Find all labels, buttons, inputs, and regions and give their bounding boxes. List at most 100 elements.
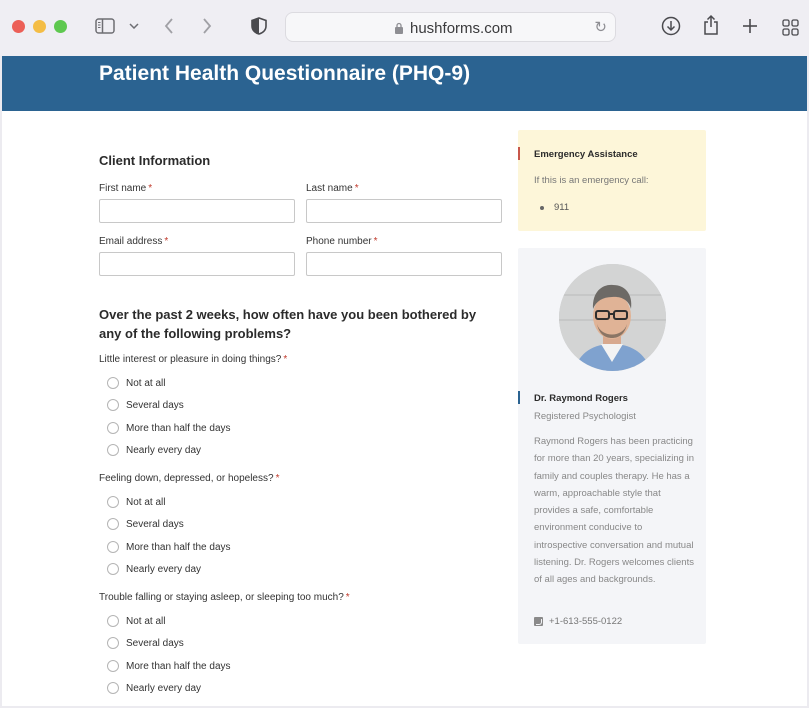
radio-button[interactable] <box>107 422 119 434</box>
back-icon[interactable] <box>162 16 176 36</box>
radio-button[interactable] <box>107 682 119 694</box>
radio-option[interactable]: Not at all <box>107 496 165 508</box>
radio-button[interactable] <box>107 518 119 530</box>
privacy-shield-icon[interactable] <box>250 16 268 36</box>
questionnaire-heading: Over the past 2 weeks, how often have yo… <box>99 307 477 341</box>
page-title: Patient Health Questionnaire (PHQ-9) <box>99 62 471 85</box>
radio-button[interactable] <box>107 541 119 553</box>
psychologist-profile-card: Dr. Raymond Rogers Registered Psychologi… <box>518 248 706 644</box>
question-text: Trouble falling or staying asleep, or sl… <box>99 592 344 603</box>
radio-option[interactable]: Several days <box>107 399 184 411</box>
address-bar[interactable]: hushforms.com ↻ <box>285 12 616 42</box>
option-label: Several days <box>126 637 184 649</box>
emergency-text: If this is an emergency call: <box>534 175 649 186</box>
reload-icon[interactable]: ↻ <box>594 18 607 36</box>
web-page: Patient Health Questionnaire (PHQ-9) Cli… <box>2 56 807 706</box>
plus-icon[interactable] <box>741 17 759 35</box>
bullet-icon <box>540 205 544 210</box>
radio-option[interactable]: More than half the days <box>107 422 231 434</box>
radio-option[interactable]: Not at all <box>107 377 165 389</box>
required-mark: * <box>275 473 280 484</box>
radio-option[interactable]: Nearly every day <box>107 682 201 694</box>
client-info-heading: Client Information <box>99 153 211 168</box>
radio-button[interactable] <box>107 615 119 627</box>
option-label: More than half the days <box>126 660 231 672</box>
radio-option[interactable]: Nearly every day <box>107 563 201 575</box>
radio-button[interactable] <box>107 637 119 649</box>
browser-toolbar: hushforms.com ↻ <box>0 0 809 56</box>
first-name-label-text: First name <box>99 183 147 194</box>
required-mark: * <box>148 183 153 194</box>
required-mark: * <box>354 183 359 194</box>
question-label: Feeling down, depressed, or hopeless? * <box>99 473 279 484</box>
option-label: Nearly every day <box>126 444 202 456</box>
required-mark: * <box>373 236 378 247</box>
tab-overview-icon[interactable] <box>781 18 799 36</box>
psychologist-role: Registered Psychologist <box>534 411 636 422</box>
option-label: More than half the days <box>126 541 231 553</box>
option-label: More than half the days <box>126 422 231 434</box>
option-label: Not at all <box>126 496 166 508</box>
option-label: Nearly every day <box>126 563 202 575</box>
download-icon[interactable] <box>661 16 681 36</box>
radio-button[interactable] <box>107 660 119 672</box>
last-name-label: Last name * <box>306 183 359 194</box>
question-label: Trouble falling or staying asleep, or sl… <box>99 592 350 603</box>
option-label: Several days <box>126 518 184 530</box>
radio-button[interactable] <box>107 377 119 389</box>
url-text: hushforms.com <box>410 20 513 37</box>
radio-button[interactable] <box>107 496 119 508</box>
last-name-label-text: Last name <box>306 183 353 194</box>
required-mark: * <box>345 592 350 603</box>
email-label-text: Email address <box>99 236 163 247</box>
psychologist-phone: +1-613-555-0122 <box>534 616 622 627</box>
radio-button[interactable] <box>107 563 119 575</box>
option-label: Several days <box>126 399 184 411</box>
option-label: Nearly every day <box>126 682 202 694</box>
emergency-list-item: 911 <box>540 202 569 213</box>
required-mark: * <box>283 354 288 365</box>
psychologist-name: Dr. Raymond Rogers <box>534 393 628 404</box>
forward-icon[interactable] <box>200 16 214 36</box>
emergency-title: Emergency Assistance <box>534 149 638 160</box>
first-name-input[interactable] <box>99 199 295 223</box>
phone-icon <box>534 617 543 626</box>
lock-icon <box>395 22 403 34</box>
phone-label-text: Phone number <box>306 236 372 247</box>
question-text: Feeling down, depressed, or hopeless? <box>99 473 274 484</box>
question-label: Little interest or pleasure in doing thi… <box>99 354 287 365</box>
radio-option[interactable]: More than half the days <box>107 541 231 553</box>
radio-option[interactable]: Nearly every day <box>107 444 201 456</box>
phone-number-text[interactable]: +1-613-555-0122 <box>549 616 622 627</box>
radio-option[interactable]: Not at all <box>107 615 165 627</box>
zoom-window-button[interactable] <box>54 20 67 33</box>
sidebar-icon[interactable] <box>95 17 115 35</box>
avatar <box>559 264 666 371</box>
emergency-accent-bar <box>518 147 520 160</box>
close-window-button[interactable] <box>12 20 25 33</box>
profile-accent-bar <box>518 391 520 404</box>
minimize-window-button[interactable] <box>33 20 46 33</box>
option-label: Not at all <box>126 377 166 389</box>
email-label: Email address * <box>99 236 168 247</box>
required-mark: * <box>164 236 169 247</box>
email-input[interactable] <box>99 252 295 276</box>
question-text: Little interest or pleasure in doing thi… <box>99 354 282 365</box>
phone-label: Phone number * <box>306 236 378 247</box>
emergency-number: 911 <box>554 202 570 213</box>
share-icon[interactable] <box>702 14 720 36</box>
radio-button[interactable] <box>107 399 119 411</box>
emergency-card: Emergency Assistance If this is an emerg… <box>518 130 706 231</box>
last-name-input[interactable] <box>306 199 502 223</box>
portrait-image <box>559 264 666 371</box>
chevron-down-icon[interactable] <box>128 20 140 32</box>
phone-input[interactable] <box>306 252 502 276</box>
radio-option[interactable]: Several days <box>107 637 184 649</box>
page-banner: Patient Health Questionnaire (PHQ-9) <box>2 56 807 111</box>
first-name-label: First name * <box>99 183 152 194</box>
radio-option[interactable]: Several days <box>107 518 184 530</box>
radio-option[interactable]: More than half the days <box>107 660 231 672</box>
radio-button[interactable] <box>107 444 119 456</box>
psychologist-bio: Raymond Rogers has been practicing for m… <box>534 436 694 586</box>
option-label: Not at all <box>126 615 166 627</box>
